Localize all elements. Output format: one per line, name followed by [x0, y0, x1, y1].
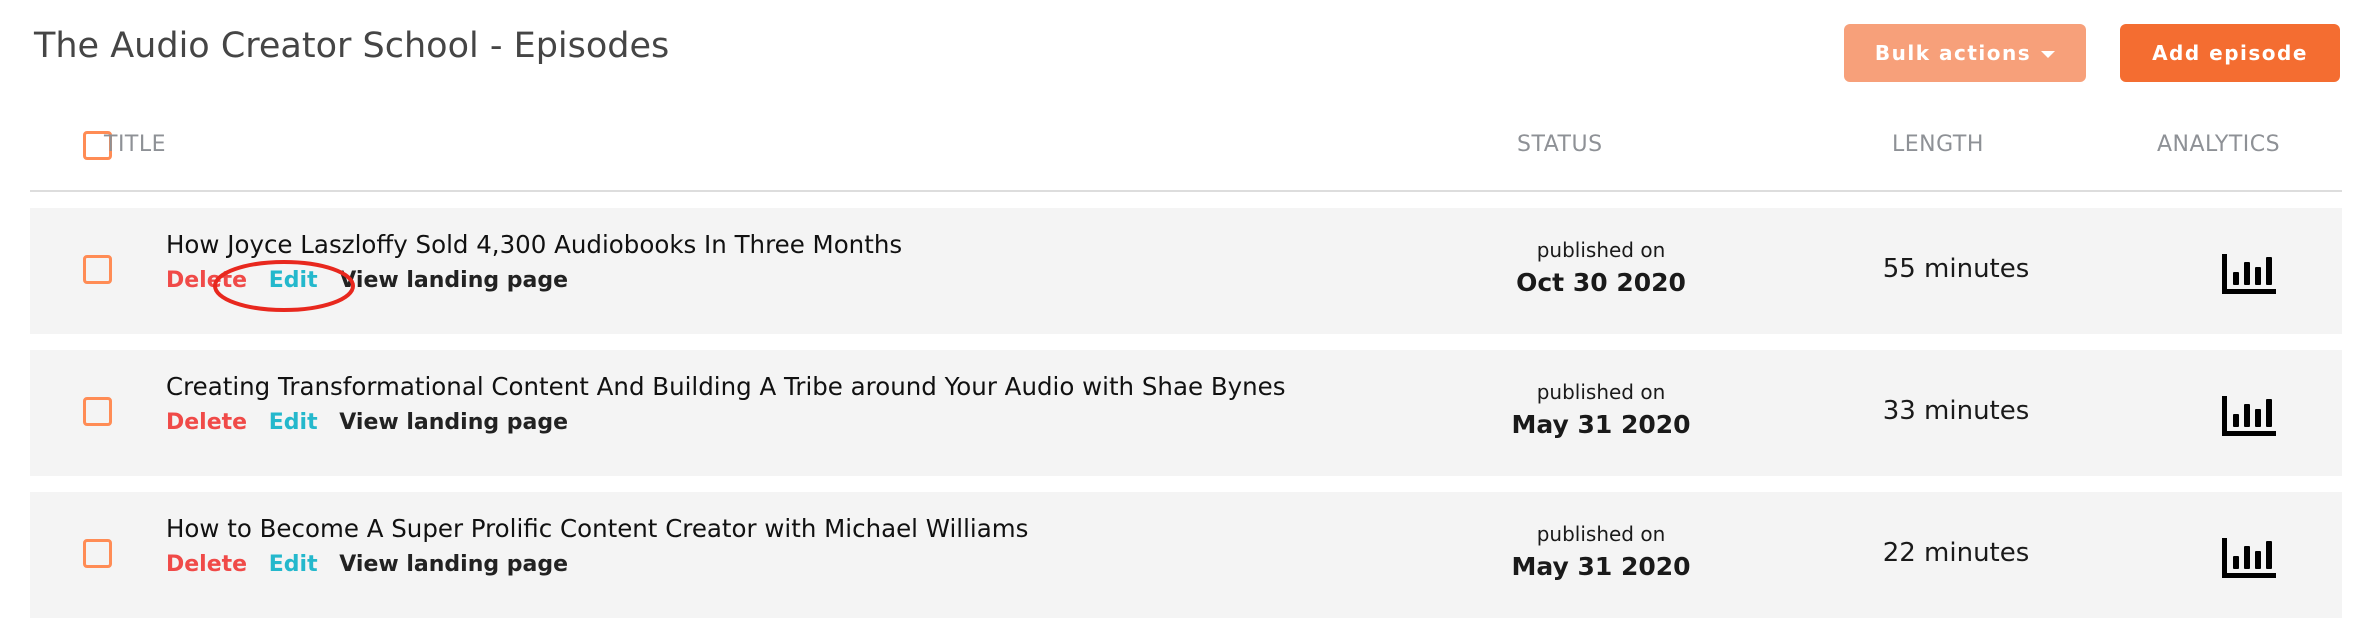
episode-status: published on May 31 2020 [1471, 522, 1731, 581]
episode-status: published on Oct 30 2020 [1471, 238, 1731, 297]
table-row: Creating Transformational Content And Bu… [30, 350, 2342, 476]
row-checkbox[interactable] [83, 397, 112, 426]
status-prefix: published on [1536, 238, 1666, 262]
page-title: The Audio Creator School - Episodes [34, 26, 670, 66]
status-date: May 31 2020 [1511, 410, 1691, 439]
add-episode-button[interactable]: Add episode [2120, 24, 2340, 82]
status-date: Oct 30 2020 [1516, 268, 1686, 297]
bulk-actions-label: Bulk actions [1874, 41, 2032, 65]
table-header: TITLE STATUS LENGTH ANALYTICS [30, 120, 2342, 192]
row-actions: Delete Edit View landing page [166, 552, 582, 577]
episode-length: 33 minutes [1882, 396, 2030, 426]
view-landing-page-link[interactable]: View landing page [339, 268, 568, 293]
status-prefix: published on [1536, 522, 1666, 546]
episode-title: How Joyce Laszloffy Sold 4,300 Audiobook… [166, 230, 903, 259]
view-landing-page-link[interactable]: View landing page [339, 410, 568, 435]
delete-link[interactable]: Delete [166, 552, 247, 577]
table-row: How Joyce Laszloffy Sold 4,300 Audiobook… [30, 208, 2342, 334]
episode-status: published on May 31 2020 [1471, 380, 1731, 439]
edit-link[interactable]: Edit [269, 552, 318, 577]
row-checkbox[interactable] [83, 539, 112, 568]
delete-link[interactable]: Delete [166, 410, 247, 435]
row-actions: Delete Edit View landing page [166, 410, 582, 435]
edit-link[interactable]: Edit [269, 410, 318, 435]
caret-down-icon [2041, 50, 2056, 58]
row-actions: Delete Edit View landing page [166, 268, 582, 293]
table-row: How to Become A Super Prolific Content C… [30, 492, 2342, 618]
bar-chart-icon[interactable] [2218, 392, 2278, 438]
episode-title: How to Become A Super Prolific Content C… [166, 514, 1029, 543]
status-prefix: published on [1536, 380, 1666, 404]
bulk-actions-button[interactable]: Bulk actions [1844, 24, 2086, 82]
edit-link[interactable]: Edit [269, 268, 318, 293]
view-landing-page-link[interactable]: View landing page [339, 552, 568, 577]
column-header-status: STATUS [1517, 132, 1603, 157]
status-date: May 31 2020 [1511, 552, 1691, 581]
bar-chart-icon[interactable] [2218, 534, 2278, 580]
episode-title: Creating Transformational Content And Bu… [166, 372, 1286, 401]
row-checkbox[interactable] [83, 255, 112, 284]
episode-length: 55 minutes [1882, 254, 2030, 284]
column-header-analytics: ANALYTICS [2157, 132, 2281, 157]
delete-link[interactable]: Delete [166, 268, 247, 293]
column-header-length: LENGTH [1892, 132, 1984, 157]
column-header-title: TITLE [104, 132, 167, 157]
bar-chart-icon[interactable] [2218, 250, 2278, 296]
episode-length: 22 minutes [1882, 538, 2030, 568]
